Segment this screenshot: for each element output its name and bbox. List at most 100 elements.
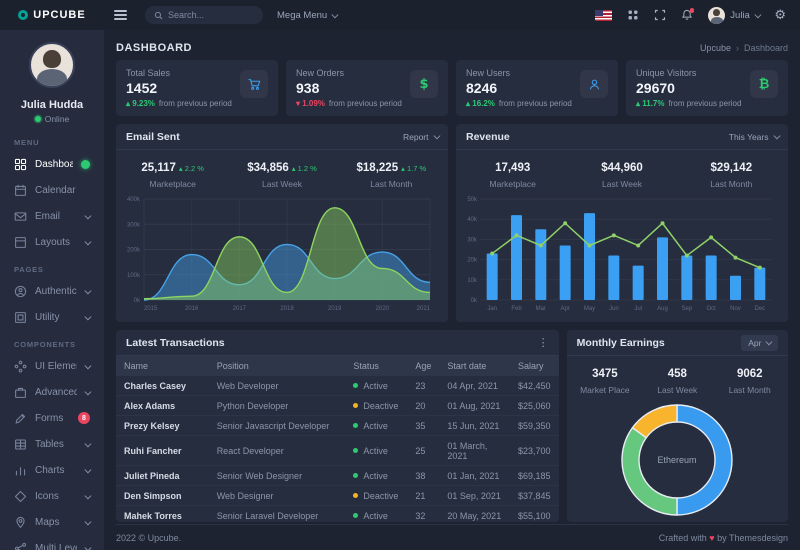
sidebar-section-label: PAGES [0,255,104,278]
table-row[interactable]: Ruhi Fancher React Developer Active 25 0… [116,436,559,466]
cell-name: Juliet Pineda [116,466,209,486]
page-title: DASHBOARD [116,42,192,54]
chevron-down-icon [84,212,90,218]
maps-icon [14,516,27,529]
sidebar-item-authentication[interactable]: Authentication [0,278,104,304]
calendar-icon [14,184,27,197]
breadcrumb-item[interactable]: Dashboard [744,43,788,53]
online-dot [35,116,41,122]
monthly-earnings-card: Monthly Earnings Apr 3475 Market Place 4… [567,330,788,522]
stat-label: Last Week [641,385,713,395]
tables-icon [14,438,27,451]
cell-start-date: 04 Apr, 2021 [439,376,510,396]
forms-icon [14,412,27,425]
svg-text:2016: 2016 [185,306,199,312]
stat-value: 458 [668,368,687,380]
card-title: Monthly Earnings [577,337,665,349]
cell-position: Python Developer [209,396,346,416]
layouts-icon [14,236,27,249]
sidebar-item-layouts[interactable]: Layouts [0,229,104,255]
mega-menu-button[interactable]: Mega Menu [277,10,337,21]
sidebar-item-email[interactable]: Email [0,203,104,229]
column-position[interactable]: Position [209,356,346,376]
column-status[interactable]: Status [345,356,407,376]
sidebar-item-charts[interactable]: Charts [0,457,104,483]
cart-icon [240,70,268,98]
table-row[interactable]: Mahek Torres Senior Laravel Developer Ac… [116,506,559,523]
search-icon [154,11,163,20]
notifications-bell-icon[interactable] [681,9,693,21]
fullscreen-icon[interactable] [654,9,666,21]
footer-copyright: 2022 © Upcube. [116,533,181,543]
topbar-left: Mega Menu [110,6,595,24]
column-age[interactable]: Age [407,356,439,376]
svg-text:Jan: Jan [487,306,497,312]
sidebar-item-tables[interactable]: Tables [0,431,104,457]
stat-delta: ▴ 1.7 % [401,164,426,173]
column-salary[interactable]: Salary [510,356,559,376]
cell-position: Senior Javascript Developer [209,416,346,436]
language-flag-icon[interactable] [595,10,612,21]
table-row[interactable]: Den Simpson Web Designer Deactive 21 01 … [116,486,559,506]
kebab-menu-icon[interactable]: ⋮ [538,336,549,349]
status-dot [353,513,358,518]
sidebar-item-ui-elements[interactable]: UI Elements [0,353,104,379]
cell-salary: $59,350 [510,416,559,436]
sidebar-item-forms[interactable]: Forms8 [0,405,104,431]
month-dropdown[interactable]: Apr [741,335,778,351]
svg-text:200k: 200k [127,248,141,254]
column-name[interactable]: Name [116,356,209,376]
apps-grid-icon[interactable] [627,9,639,21]
cell-status: Active [345,466,407,486]
cell-status: Deactive [345,486,407,506]
footer-credit: Crafted with ♥ by Themesdesign [659,533,788,543]
table-row[interactable]: Prezy Kelsey Senior Javascript Developer… [116,416,559,436]
cell-name: Prezy Kelsey [116,416,209,436]
stat-delta: ▴ 1.2 % [292,164,317,173]
search-box[interactable] [145,6,263,24]
cell-salary: $23,700 [510,436,559,466]
user-menu[interactable]: Julia [708,7,759,24]
sidebar-item-maps[interactable]: Maps [0,509,104,535]
stat-value: 3475 [592,368,618,380]
sidebar-item-advanced-ui[interactable]: Advanced UI [0,379,104,405]
stat-value: $29,142 [711,162,753,174]
this-years-dropdown[interactable]: This Years [729,132,778,142]
sidebar-item-label: Dashboard [35,159,73,170]
svg-text:Jul: Jul [634,306,642,312]
sidebar-item-utility[interactable]: Utility [0,304,104,330]
mini-stat-market-place: 3475 Market Place [569,364,641,395]
table-row[interactable]: Juliet Pineda Senior Web Designer Active… [116,466,559,486]
settings-gear-icon[interactable]: ⚙ [774,9,786,22]
app: UPCUBE Mega Menu [0,0,800,550]
table-row[interactable]: Alex Adams Python Developer Deactive 20 … [116,396,559,416]
sidebar-item-icons[interactable]: Icons [0,483,104,509]
sidebar-item-multi-level[interactable]: Multi Level [0,535,104,550]
stat-delta: ▴ 16.2%from previous period [466,99,608,108]
table-row[interactable]: Charles Casey Web Developer Active 23 04… [116,376,559,396]
svg-text:0k: 0k [134,298,141,304]
sidebar-item-calendar[interactable]: Calendar [0,177,104,203]
chevron-down-icon [84,362,90,368]
cell-position: Web Developer [209,376,346,396]
svg-text:2021: 2021 [417,306,431,312]
chevron-down-icon [84,388,90,394]
cell-position: Senior Laravel Developer [209,506,346,523]
report-dropdown[interactable]: Report [403,132,438,142]
topbar-right: Julia ⚙ [595,7,786,24]
breadcrumb-item[interactable]: Upcube [700,43,731,53]
stat-delta: ▴ 9.23%from previous period [126,99,268,108]
menu-toggle-icon[interactable] [110,6,131,24]
chevron-down-icon [84,518,90,524]
svg-text:2018: 2018 [280,306,294,312]
cell-status: Deactive [345,396,407,416]
sidebar-item-label: Tables [35,439,77,450]
column-start-date[interactable]: Start date [439,356,510,376]
sidebar: Julia Hudda Online MENU Dashboard Calend… [0,30,104,550]
sidebar-item-dashboard[interactable]: Dashboard [0,151,104,177]
topbar: UPCUBE Mega Menu [0,0,800,30]
sidebar-item-label: Layouts [35,237,77,248]
search-input[interactable] [168,10,254,20]
cell-status: Active [345,506,407,523]
heart-icon: ♥ [709,533,714,543]
